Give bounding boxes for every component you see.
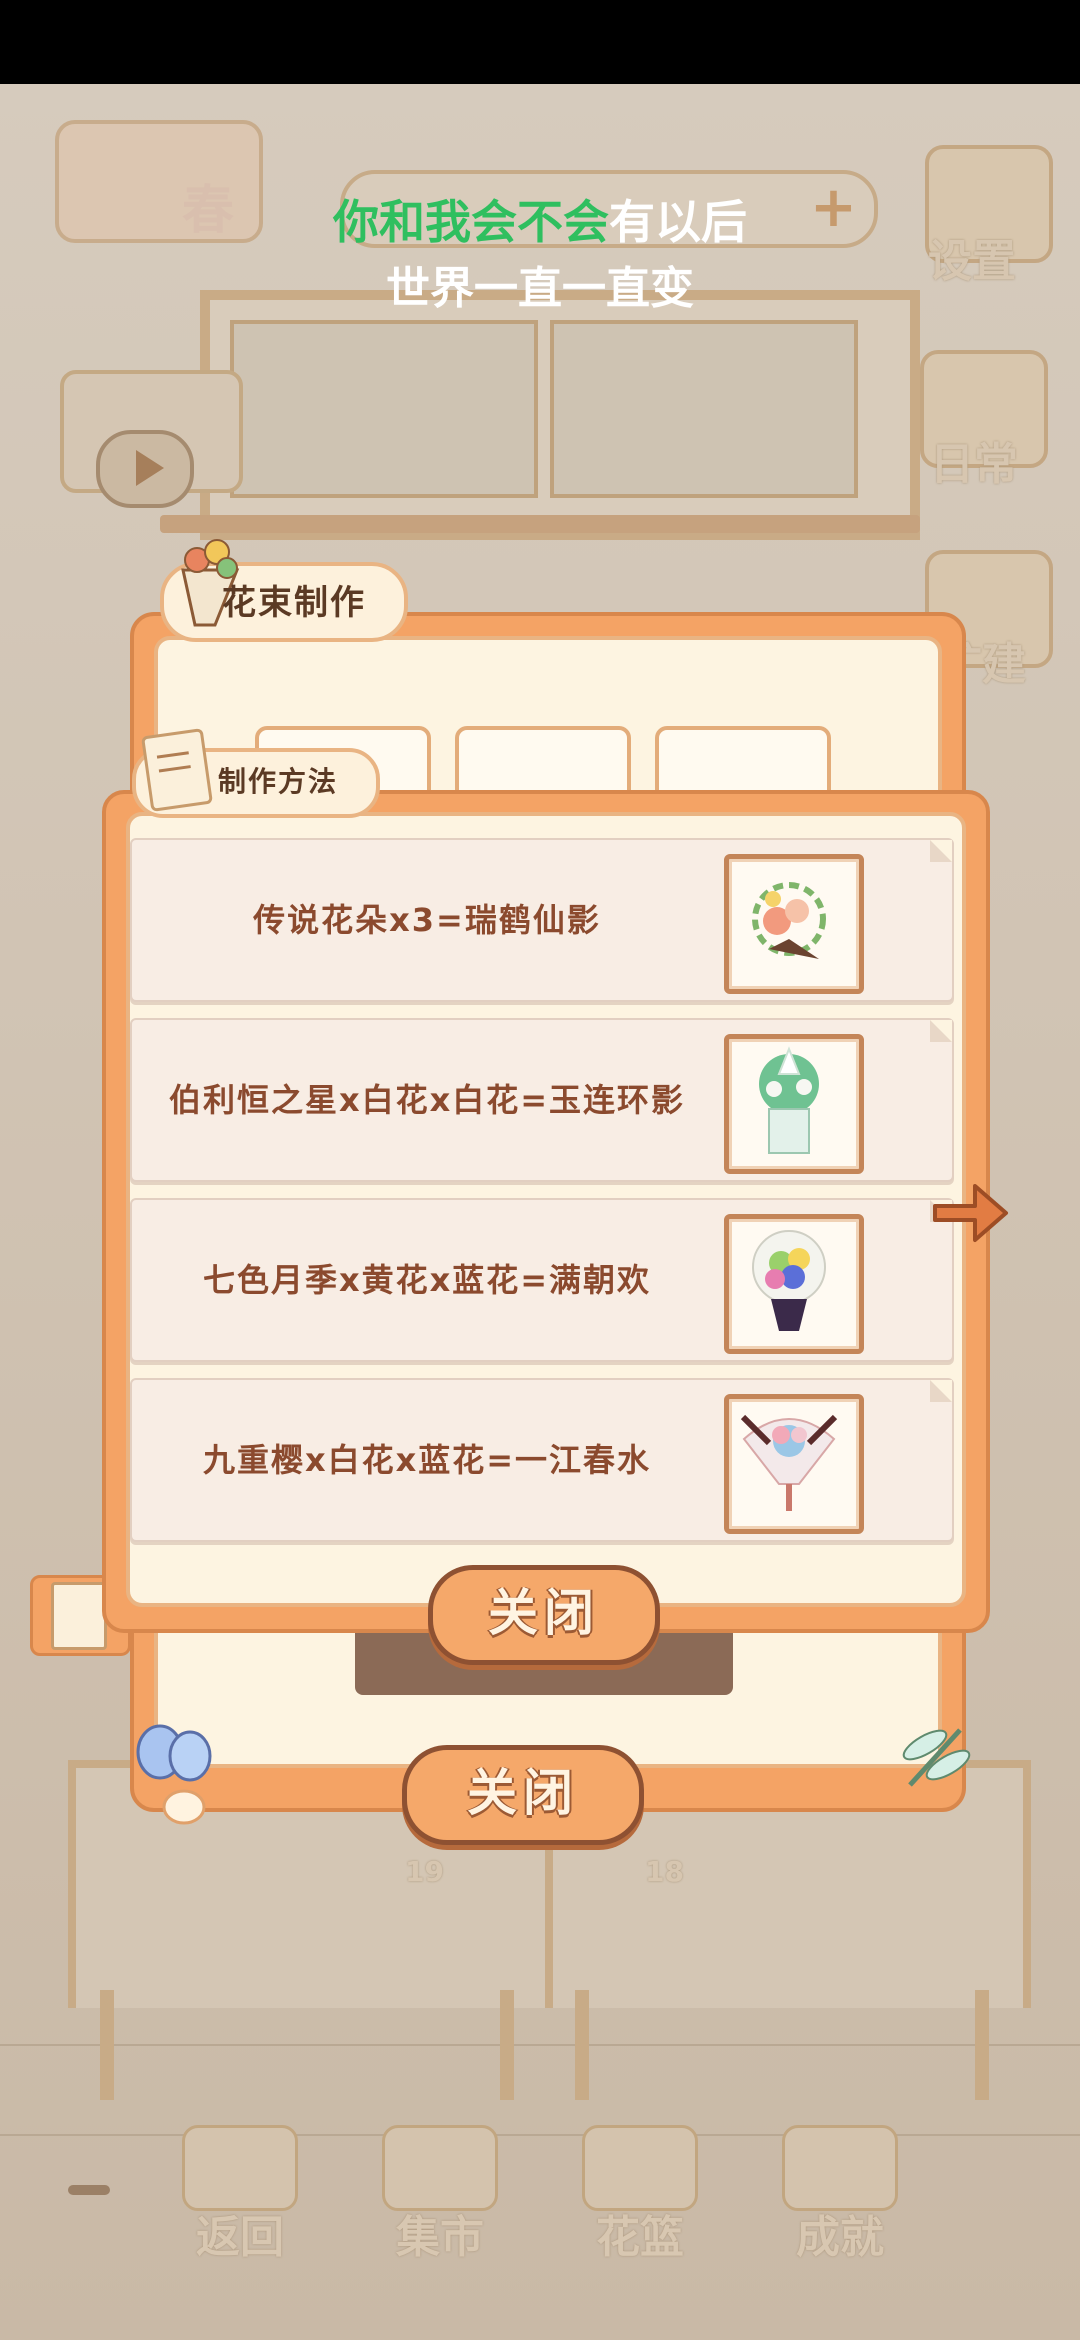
- nav-basket-button[interactable]: 花篮: [575, 2125, 705, 2263]
- lyric-line-2: 世界一直一直变: [386, 263, 694, 314]
- nav-market-button[interactable]: 集市: [375, 2125, 505, 2263]
- recipe-panel-title: 制作方法: [218, 765, 339, 798]
- display-shelf: [200, 290, 920, 540]
- recipe-row[interactable]: 传说花朵x3=瑞鹤仙影: [130, 838, 954, 1002]
- window-icon: [182, 2125, 298, 2211]
- dragonfly-icon: [902, 1728, 971, 1787]
- crane-bouquet-icon: [724, 854, 864, 994]
- lyric-unsung-part: 有以后: [609, 195, 747, 249]
- recipe-close-label: 关闭: [488, 1584, 600, 1642]
- shelf-board: [160, 515, 920, 533]
- nav-back-button[interactable]: 返回: [175, 2125, 305, 2263]
- play-icon[interactable]: [96, 430, 194, 508]
- lyric-sung-part: 你和我会不会: [333, 195, 609, 249]
- bouquet-panel-title: 花束制作: [222, 583, 366, 623]
- recipe-note-icon: [141, 728, 213, 812]
- status-bar: [0, 0, 1080, 84]
- recipe-row[interactable]: 九重樱x白花x蓝花=一江春水: [130, 1378, 954, 1542]
- lyric-line-1: 你和我会不会有以后: [0, 186, 1080, 252]
- bench-number: 19: [405, 1855, 444, 1888]
- nav-basket-label: 花篮: [596, 2212, 684, 2263]
- nav-achievements-button[interactable]: 成就: [775, 2125, 905, 2263]
- fan-bouquet-icon: [724, 1394, 864, 1534]
- recipe-close-button[interactable]: 关闭: [428, 1565, 660, 1665]
- next-page-arrow-icon[interactable]: [930, 1178, 1010, 1248]
- recipe-row[interactable]: 七色月季x黄花x蓝花=满朝欢: [130, 1198, 954, 1362]
- bouquet-close-button[interactable]: 关闭: [402, 1745, 644, 1845]
- nav-back-label: 返回: [196, 2212, 284, 2263]
- nav-market-label: 集市: [396, 2212, 484, 2263]
- green-white-bouquet-icon: [724, 1034, 864, 1174]
- colorful-rose-bouquet-icon: [724, 1214, 864, 1354]
- menu-daily-label: 日常: [930, 439, 1018, 490]
- market-stall-icon: [382, 2125, 498, 2211]
- bouquet-close-label: 关闭: [467, 1764, 579, 1822]
- recipe-formula: 传说花朵x3=瑞鹤仙影: [253, 901, 601, 939]
- bench-number: 18: [645, 1855, 684, 1888]
- recipe-formula: 九重樱x白花x蓝花=一江春水: [202, 1441, 652, 1479]
- side-drawer-handle[interactable]: [68, 2185, 110, 2195]
- recipe-formula: 七色月季x黄花x蓝花=满朝欢: [202, 1261, 652, 1299]
- trophy-icon: [782, 2125, 898, 2211]
- flower-basket-icon: [582, 2125, 698, 2211]
- nav-achievements-label: 成就: [796, 2212, 884, 2263]
- recipe-row[interactable]: 伯利恒之星x白花x白花=玉连环影: [130, 1018, 954, 1182]
- butterfly-icon: [136, 1724, 212, 1825]
- recipe-formula: 伯利恒之星x白花x白花=玉连环影: [168, 1081, 686, 1119]
